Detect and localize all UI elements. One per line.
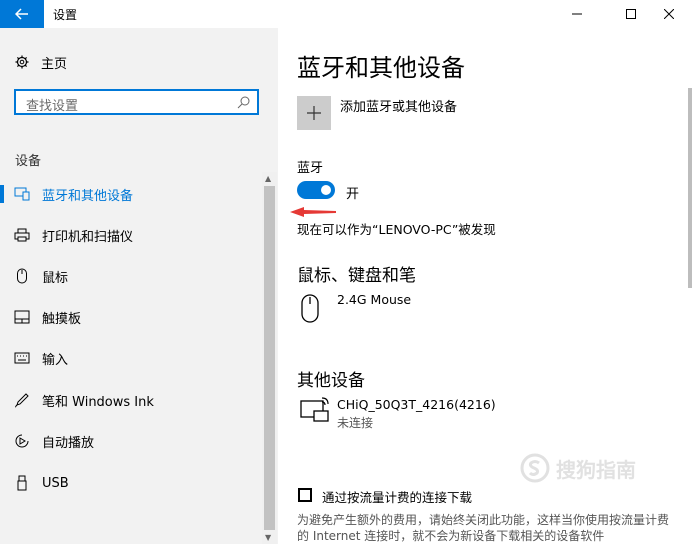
add-device-label[interactable]: 添加蓝牙或其他设备: [340, 96, 457, 115]
other-device-status: 未连接: [337, 416, 374, 430]
sidebar-item-typing[interactable]: 输入: [0, 343, 262, 373]
pen-icon: [14, 392, 30, 408]
home-label: 主页: [41, 56, 68, 72]
sidebar-item-label: 蓝牙和其他设备: [42, 188, 134, 204]
sidebar-item-usb[interactable]: USB: [0, 468, 262, 498]
printer-icon: [14, 227, 30, 243]
title-bar: 设置: [0, 0, 692, 28]
metered-download-label[interactable]: 通过按流量计费的连接下载: [322, 487, 472, 506]
maximize-icon: [626, 9, 636, 19]
sidebar-item-label: 输入: [42, 352, 69, 368]
sidebar-item-label: 笔和 Windows Ink: [42, 394, 154, 410]
plus-icon: [307, 106, 321, 120]
other-device-item[interactable]: CHiQ_50Q3T_4216(4216): [337, 397, 496, 412]
home-link[interactable]: 主页: [15, 52, 67, 72]
minimize-button[interactable]: [554, 0, 600, 28]
bluetooth-toggle[interactable]: [297, 181, 335, 199]
close-icon: [664, 9, 674, 19]
watermark: 搜狗指南: [520, 453, 636, 483]
scroll-down-icon[interactable]: ▼: [265, 533, 271, 542]
sidebar: 主页 查找设置 设备 蓝牙和其他设备 打印机和扫描仪 鼠标 触摸板 输入 笔和 …: [0, 28, 278, 544]
sidebar-item-label: USB: [42, 475, 69, 491]
sidebar-item-touchpad[interactable]: 触摸板: [0, 302, 262, 332]
autoplay-icon: [14, 433, 30, 449]
scroll-up-icon[interactable]: ▲: [265, 174, 271, 183]
back-arrow-icon: [15, 8, 28, 20]
sidebar-item-label: 触摸板: [42, 311, 82, 327]
back-button[interactable]: [0, 0, 44, 28]
toggle-state-label: 开: [346, 187, 360, 202]
discoverable-text: 现在可以作为“LENOVO-PC”被发现: [297, 222, 496, 237]
search-icon: [237, 96, 250, 109]
minimize-icon: [572, 13, 582, 15]
red-arrow-annotation: [290, 207, 336, 217]
scrollbar-thumb[interactable]: [264, 186, 275, 530]
mouse-device-icon: [301, 294, 319, 323]
sidebar-item-label: 自动播放: [42, 435, 95, 451]
bluetooth-devices-icon: [14, 186, 30, 202]
sidebar-item-printers[interactable]: 打印机和扫描仪: [0, 220, 262, 250]
sidebar-scrollbar[interactable]: ▲ ▼: [262, 172, 277, 544]
add-device-button[interactable]: [297, 96, 331, 130]
sidebar-item-pen[interactable]: 笔和 Windows Ink: [0, 385, 262, 415]
sidebar-item-autoplay[interactable]: 自动播放: [0, 426, 262, 456]
gear-icon: [15, 55, 29, 69]
mouse-icon: [14, 268, 30, 284]
other-section-title: 其他设备: [297, 371, 365, 391]
keyboard-icon: [14, 350, 30, 366]
sidebar-item-label: 鼠标: [42, 270, 69, 286]
usb-icon: [14, 475, 30, 491]
mouse-section-title: 鼠标、键盘和笔: [297, 266, 416, 286]
metered-description: 为避免产生额外的费用，请始终关闭此功能，这样当你使用按流量计费的 Interne…: [297, 513, 670, 543]
toggle-knob: [321, 185, 331, 195]
section-label-devices: 设备: [15, 154, 42, 169]
page-title: 蓝牙和其他设备: [297, 54, 465, 82]
sidebar-item-label: 打印机和扫描仪: [42, 229, 134, 245]
close-button[interactable]: [646, 0, 692, 28]
search-box[interactable]: 查找设置: [14, 89, 259, 115]
mouse-device-item[interactable]: 2.4G Mouse: [337, 292, 411, 307]
touchpad-icon: [14, 309, 30, 325]
window-title: 设置: [53, 8, 78, 22]
display-device-icon: [300, 397, 329, 422]
watermark-logo-icon: [520, 453, 550, 483]
watermark-text: 搜狗指南: [556, 457, 636, 482]
search-input[interactable]: 查找设置: [26, 95, 78, 114]
main-scrollbar[interactable]: [688, 88, 692, 288]
bluetooth-label: 蓝牙: [297, 161, 324, 176]
sidebar-item-bluetooth[interactable]: 蓝牙和其他设备: [0, 179, 262, 209]
sidebar-item-mouse[interactable]: 鼠标: [0, 261, 262, 291]
metered-download-checkbox[interactable]: [298, 488, 312, 502]
